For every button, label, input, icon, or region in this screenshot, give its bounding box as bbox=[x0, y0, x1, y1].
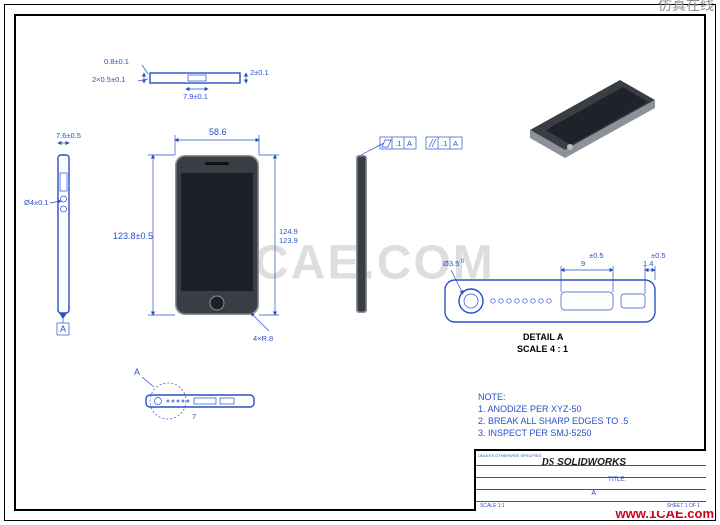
tb-size: A bbox=[591, 490, 596, 497]
tb-scale: SCALE 1:1 bbox=[480, 503, 505, 509]
svg-text:A: A bbox=[134, 367, 140, 377]
tb-unless: UNLESS OTHERWISE SPECIFIED bbox=[478, 453, 542, 458]
notes-1: 1. ANODIZE PER XYZ-50 bbox=[478, 404, 582, 414]
dim-top-upper: 0.8±0.1 bbox=[104, 57, 129, 66]
dim-side-dia: Ø4±0.1 bbox=[24, 198, 49, 207]
drawing-canvas: 0.8±0.1 2×0.5±0.1 2±0.1 7.9±0.1 7.6±0.5 … bbox=[0, 0, 720, 525]
dim-top-w: 7.9±0.1 bbox=[183, 92, 208, 101]
dim-top-h: 2±0.1 bbox=[250, 68, 269, 77]
iso-view bbox=[530, 80, 655, 158]
title-block: UNLESS OTHERWISE SPECIFIED DS SOLIDWORKS… bbox=[474, 449, 706, 511]
dim-front-w: 58.6 bbox=[209, 127, 227, 137]
detail-a-view: Ø3.5 0 9 ±0.5 1.4 ±0.5 DETAIL A SCALE 4 … bbox=[443, 251, 666, 354]
dim-front-h: 123.8±0.5 bbox=[113, 231, 153, 241]
dim-detail-edge-tol: ±0.5 bbox=[651, 251, 666, 260]
svg-text:A: A bbox=[453, 139, 458, 148]
notes-2: 2. BREAK ALL SHARP EDGES TO .5 bbox=[478, 416, 628, 426]
bottom-edge-view: A 7 bbox=[134, 367, 254, 421]
dim-detail-edge: 1.4 bbox=[643, 259, 653, 268]
dim-detail-pitch: 9 bbox=[581, 259, 585, 268]
dim-top-lower: 2×0.5±0.1 bbox=[92, 75, 126, 84]
svg-text:.1: .1 bbox=[441, 139, 447, 148]
dim-front-in1: 124.9 bbox=[279, 227, 298, 236]
dim-detail-pitch-tol: ±0.5 bbox=[589, 251, 604, 260]
svg-text:.1: .1 bbox=[395, 139, 401, 148]
detail-label: DETAIL A bbox=[523, 332, 564, 342]
dim-detail-jack: Ø3.5 0 bbox=[443, 259, 465, 268]
notes-block: NOTE: 1. ANODIZE PER XYZ-50 2. BREAK ALL… bbox=[478, 392, 628, 438]
tb-title: TITLE: bbox=[608, 477, 626, 483]
dim-front-r: 4×R.8 bbox=[253, 334, 273, 343]
dim-side-w: 7.6±0.5 bbox=[56, 131, 81, 140]
notes-3: 3. INSPECT PER SMJ-5250 bbox=[478, 428, 591, 438]
top-edge-view: 0.8±0.1 2×0.5±0.1 2±0.1 7.9±0.1 bbox=[92, 57, 269, 101]
solidworks-logo: DS SOLIDWORKS bbox=[542, 457, 626, 468]
datum-a-side: A bbox=[60, 324, 66, 334]
front-view: 58.6 123.8±0.5 124.9 123.9 4×R.8 bbox=[113, 127, 298, 343]
svg-text:A: A bbox=[407, 139, 412, 148]
notes-heading: NOTE: bbox=[478, 392, 506, 402]
tb-sheet: SHEET 1 OF 1 bbox=[667, 503, 700, 509]
dim-bottom-hint: 7 bbox=[192, 412, 196, 421]
detail-scale: SCALE 4 : 1 bbox=[517, 344, 568, 354]
dim-front-in2: 123.9 bbox=[279, 236, 298, 245]
side-left-view: 7.6±0.5 Ø4±0.1 A bbox=[24, 131, 81, 335]
